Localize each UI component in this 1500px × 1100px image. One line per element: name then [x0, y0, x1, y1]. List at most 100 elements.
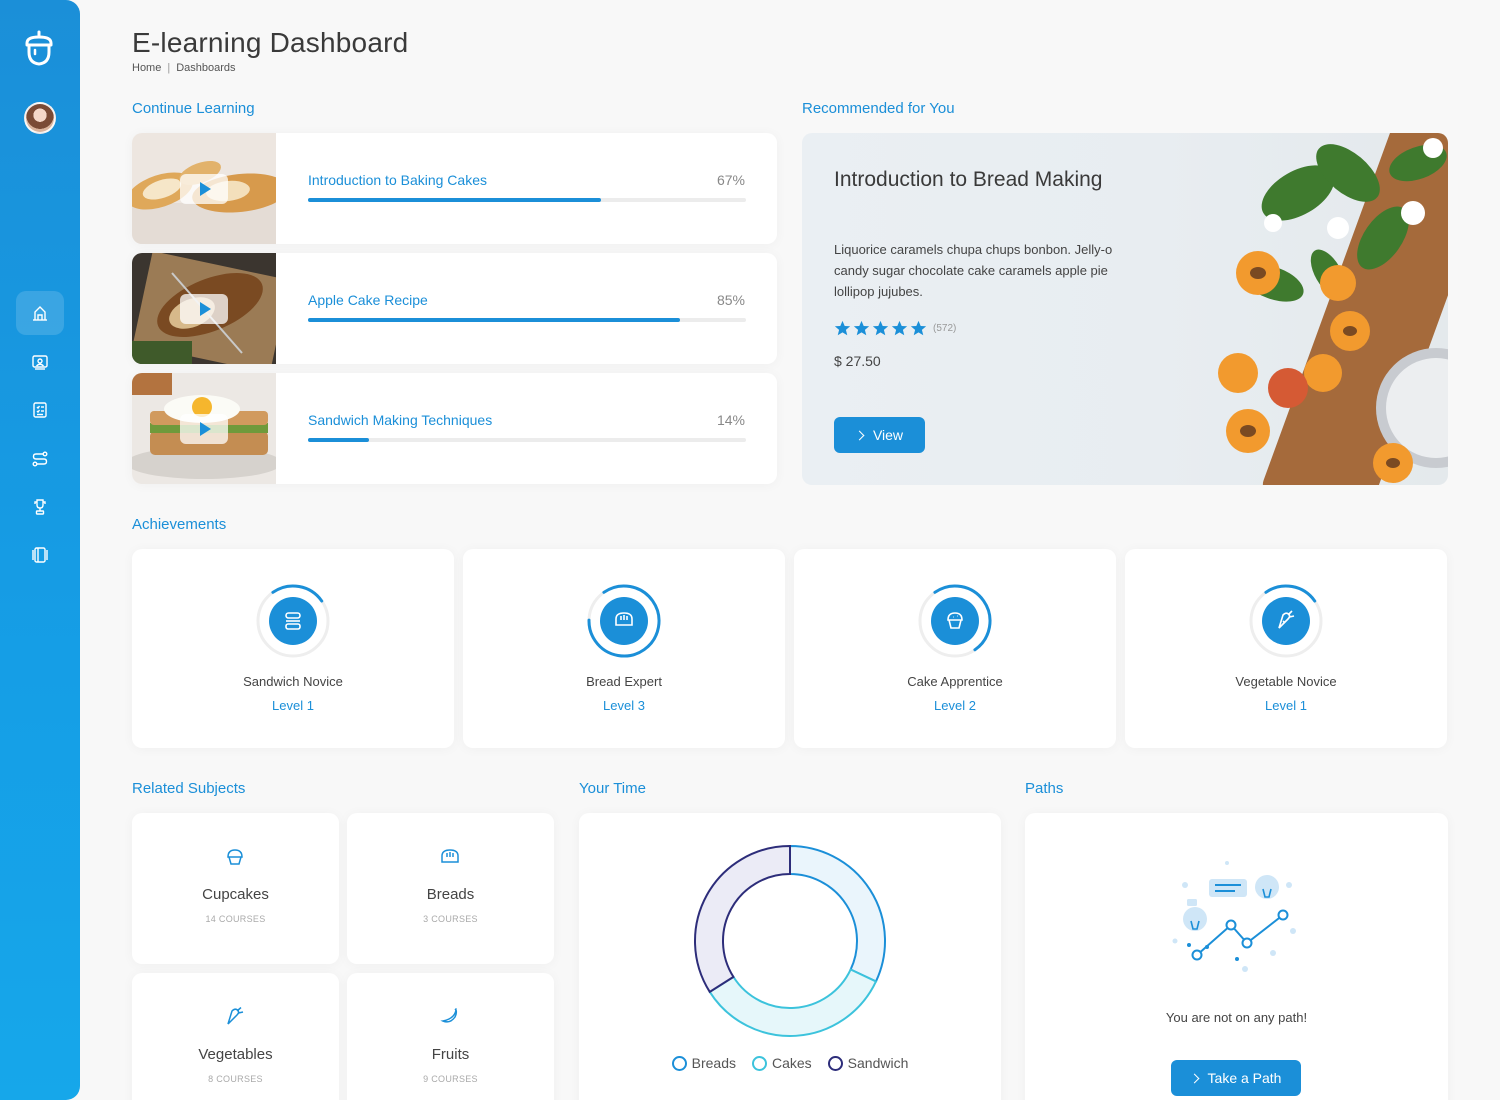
- achievement-progress-ring: [918, 584, 992, 658]
- rating-count: (572): [933, 323, 957, 334]
- donut-slice-cakes[interactable]: [708, 968, 878, 1037]
- user-avatar[interactable]: [24, 102, 56, 134]
- achievement-level: Level 3: [603, 698, 645, 713]
- paths-title: Paths: [1025, 780, 1064, 797]
- checklist-icon: [33, 402, 47, 418]
- legend-item-sandwich[interactable]: Sandwich: [827, 1055, 909, 1071]
- your-time-card: Breads Cakes Sandwich: [579, 813, 1001, 1100]
- achievement-progress-ring: [256, 584, 330, 658]
- achievement-level: Level 2: [934, 698, 976, 713]
- course-progress-bar: [308, 318, 746, 322]
- subject-card[interactable]: Fruits 9 COURSES: [347, 973, 554, 1100]
- star-icon: [910, 320, 927, 336]
- sidebar-item-dashboard[interactable]: [16, 291, 64, 335]
- recommended-title: Recommended for You: [802, 100, 955, 117]
- progress-fill: [308, 198, 602, 202]
- sidebar-item-tasks[interactable]: [16, 388, 64, 432]
- play-button[interactable]: [180, 174, 228, 204]
- breadcrumb-separator: |: [167, 62, 171, 74]
- course-name[interactable]: Sandwich Making Techniques: [308, 412, 492, 428]
- trophy-icon: [34, 499, 46, 515]
- sidebar-item-paths[interactable]: [16, 437, 64, 481]
- achievement-name: Bread Expert: [586, 674, 662, 689]
- subject-name: Vegetables: [198, 1046, 273, 1063]
- course-card[interactable]: Introduction to Baking Cakes 67%: [132, 133, 777, 244]
- subject-course-count: 3 COURSES: [423, 914, 478, 924]
- cupcake-icon: [227, 849, 243, 865]
- course-progress-label: 85%: [716, 292, 745, 308]
- course-card[interactable]: Sandwich Making Techniques 14%: [132, 373, 777, 484]
- acorn-logo-icon[interactable]: [22, 30, 56, 66]
- paths-empty-message: You are not on any path!: [1165, 1010, 1308, 1025]
- course-price: $ 27.50: [834, 353, 881, 369]
- sidebar-item-achievements[interactable]: [16, 485, 64, 529]
- breadcrumb: Home | Dashboards: [132, 62, 236, 74]
- dashboard-icon: [33, 306, 47, 321]
- chevron-right-icon: [854, 430, 865, 440]
- subject-card[interactable]: Breads 3 COURSES: [347, 813, 554, 964]
- banana-icon: [440, 1007, 458, 1023]
- course-progress-label: 67%: [716, 172, 745, 188]
- carrot-icon: [227, 1007, 244, 1025]
- achievement-progress-ring: [587, 584, 661, 658]
- legend-label: Cakes: [771, 1055, 812, 1071]
- breadcrumb-home[interactable]: Home: [132, 62, 161, 74]
- donut-slice-sandwich[interactable]: [694, 844, 791, 994]
- play-button[interactable]: [180, 414, 228, 444]
- subject-card[interactable]: Cupcakes 14 COURSES: [132, 813, 339, 964]
- subject-name: Fruits: [431, 1046, 470, 1063]
- achievements-title: Achievements: [132, 516, 227, 533]
- fruit-board-image: [1218, 133, 1448, 485]
- progress-fill: [308, 318, 681, 322]
- recommended-course-description: Liquorice caramels chupa chups bonbon. J…: [834, 242, 1113, 299]
- path-illustration: [1172, 861, 1296, 972]
- recommended-course-title[interactable]: Introduction to Bread Making: [834, 165, 1124, 194]
- legend-label: Breads: [691, 1055, 736, 1071]
- play-icon: [200, 302, 211, 316]
- legend-item-cakes[interactable]: Cakes: [751, 1055, 812, 1071]
- legend-label: Sandwich: [847, 1055, 909, 1071]
- star-icon: [872, 320, 889, 336]
- achievement-card[interactable]: Vegetable Novice Level 1: [1125, 549, 1447, 748]
- course-name[interactable]: Apple Cake Recipe: [308, 292, 428, 308]
- sidebar-item-courses[interactable]: [16, 340, 64, 384]
- recommended-card: Introduction to Bread Making Liquorice c…: [802, 133, 1448, 485]
- take-a-path-label: Take a Path: [1207, 1070, 1282, 1086]
- courses-icon: [32, 355, 48, 370]
- chart-legend: Breads Cakes Sandwich: [579, 1055, 1001, 1071]
- view-button[interactable]: View: [834, 417, 925, 453]
- page-title: E-learning Dashboard: [132, 27, 409, 58]
- achievement-card[interactable]: Sandwich Novice Level 1: [132, 549, 454, 748]
- course-name[interactable]: Introduction to Baking Cakes: [308, 172, 487, 188]
- legend-item-breads[interactable]: Breads: [671, 1055, 736, 1071]
- continue-learning-title: Continue Learning: [132, 100, 255, 117]
- legend-dot: [751, 1055, 767, 1071]
- achievement-level: Level 1: [272, 698, 314, 713]
- donut-slice-breads[interactable]: [789, 844, 886, 983]
- take-a-path-button[interactable]: Take a Path: [1171, 1060, 1301, 1096]
- sidebar-item-library[interactable]: [16, 533, 64, 577]
- progress-fill: [308, 438, 370, 442]
- legend-dot: [671, 1055, 687, 1071]
- play-button[interactable]: [180, 294, 228, 324]
- achievement-card[interactable]: Cake Apprentice Level 2: [794, 549, 1116, 748]
- paths-card: You are not on any path! Take a Path: [1025, 813, 1448, 1100]
- subject-course-count: 14 COURSES: [205, 914, 266, 924]
- related-subjects-title: Related Subjects: [132, 780, 246, 797]
- subject-name: Breads: [426, 886, 475, 903]
- subject-name: Cupcakes: [202, 886, 269, 903]
- play-icon: [200, 422, 211, 436]
- chevron-right-icon: [1189, 1073, 1199, 1083]
- breadcrumb-dashboards[interactable]: Dashboards: [176, 62, 235, 74]
- path-icon: [32, 451, 48, 467]
- achievement-card[interactable]: Bread Expert Level 3: [463, 549, 785, 748]
- star-icon: [834, 320, 851, 336]
- view-button-label: View: [872, 427, 904, 443]
- book-icon: [32, 547, 48, 563]
- subject-course-count: 9 COURSES: [423, 1074, 478, 1084]
- subject-course-count: 8 COURSES: [208, 1074, 263, 1084]
- course-progress-bar: [308, 198, 746, 202]
- achievement-name: Cake Apprentice: [907, 674, 1003, 689]
- subject-card[interactable]: Vegetables 8 COURSES: [132, 973, 339, 1100]
- course-card[interactable]: Apple Cake Recipe 85%: [132, 253, 777, 364]
